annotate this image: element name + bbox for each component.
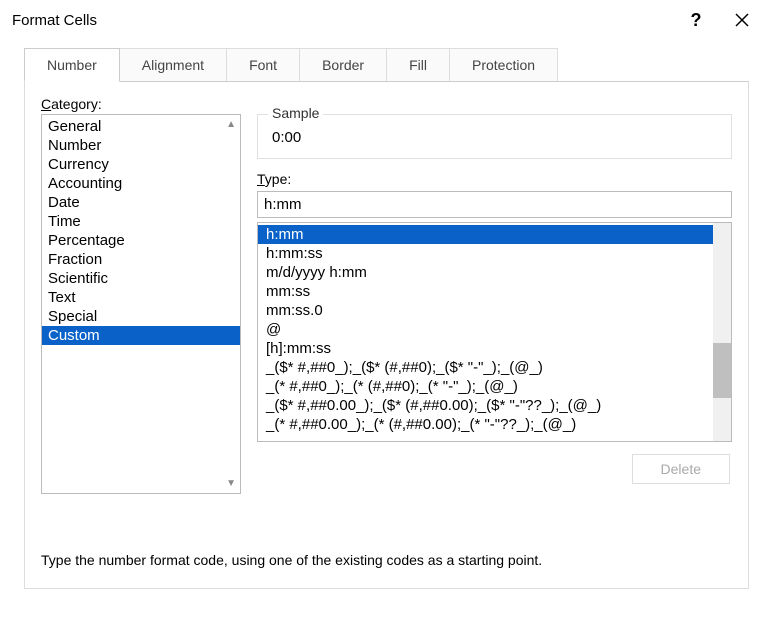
sample-group: Sample 0:00: [257, 114, 732, 159]
type-item[interactable]: h:mm:ss: [258, 244, 731, 263]
category-item-time[interactable]: Time: [42, 212, 240, 231]
category-item-percentage[interactable]: Percentage: [42, 231, 240, 250]
tab-border[interactable]: Border: [299, 48, 387, 82]
category-item-scientific[interactable]: Scientific: [42, 269, 240, 288]
category-listbox[interactable]: ▲ General Number Currency Accounting Dat…: [41, 114, 241, 494]
scrollbar[interactable]: [713, 223, 731, 441]
category-item-custom[interactable]: Custom: [42, 326, 240, 345]
category-item-special[interactable]: Special: [42, 307, 240, 326]
close-icon: [735, 13, 749, 27]
type-item[interactable]: _(* #,##0.00_);_(* (#,##0.00);_(* "-"??_…: [258, 415, 731, 434]
type-label: Type:: [257, 171, 732, 187]
tab-fill[interactable]: Fill: [386, 48, 450, 82]
tab-protection[interactable]: Protection: [449, 48, 558, 82]
type-item[interactable]: _(* #,##0_);_(* (#,##0);_(* "-"_);_(@_): [258, 377, 731, 396]
scroll-up-icon[interactable]: ▲: [226, 119, 236, 130]
category-item-fraction[interactable]: Fraction: [42, 250, 240, 269]
category-item-accounting[interactable]: Accounting: [42, 174, 240, 193]
category-item-number[interactable]: Number: [42, 136, 240, 155]
dialog-title: Format Cells: [12, 12, 673, 29]
type-item[interactable]: [h]:mm:ss: [258, 339, 731, 358]
type-item[interactable]: h:mm: [258, 225, 731, 244]
scroll-down-icon[interactable]: ▼: [226, 478, 236, 489]
type-item[interactable]: @: [258, 320, 731, 339]
type-item[interactable]: _($* #,##0.00_);_($* (#,##0.00);_($* "-"…: [258, 396, 731, 415]
scrollbar-thumb[interactable]: [713, 343, 731, 398]
tabs: Number Alignment Font Border Fill Protec…: [24, 48, 749, 82]
hint-text: Type the number format code, using one o…: [41, 552, 732, 568]
titlebar: Format Cells ?: [0, 0, 773, 40]
tab-alignment[interactable]: Alignment: [119, 48, 227, 82]
type-input[interactable]: [257, 191, 732, 218]
category-item-currency[interactable]: Currency: [42, 155, 240, 174]
format-cells-dialog: Format Cells ? Number Alignment Font Bor…: [0, 0, 773, 636]
tab-number[interactable]: Number: [24, 48, 120, 82]
type-listbox[interactable]: h:mm h:mm:ss m/d/yyyy h:mm mm:ss mm:ss.0…: [257, 222, 732, 442]
help-button[interactable]: ?: [673, 0, 719, 40]
sample-legend: Sample: [268, 105, 323, 121]
delete-button: Delete: [632, 454, 730, 484]
category-label: Category:: [41, 96, 732, 112]
type-item[interactable]: m/d/yyyy h:mm: [258, 263, 731, 282]
type-item[interactable]: mm:ss: [258, 282, 731, 301]
close-button[interactable]: [719, 0, 765, 40]
category-item-text[interactable]: Text: [42, 288, 240, 307]
sample-value: 0:00: [268, 121, 721, 150]
category-item-date[interactable]: Date: [42, 193, 240, 212]
category-item-general[interactable]: General: [42, 117, 240, 136]
tab-font[interactable]: Font: [226, 48, 300, 82]
tab-panel-number: Category: ▲ General Number Currency Acco…: [24, 81, 749, 589]
type-item[interactable]: _($* #,##0_);_($* (#,##0);_($* "-"_);_(@…: [258, 358, 731, 377]
type-item[interactable]: mm:ss.0: [258, 301, 731, 320]
